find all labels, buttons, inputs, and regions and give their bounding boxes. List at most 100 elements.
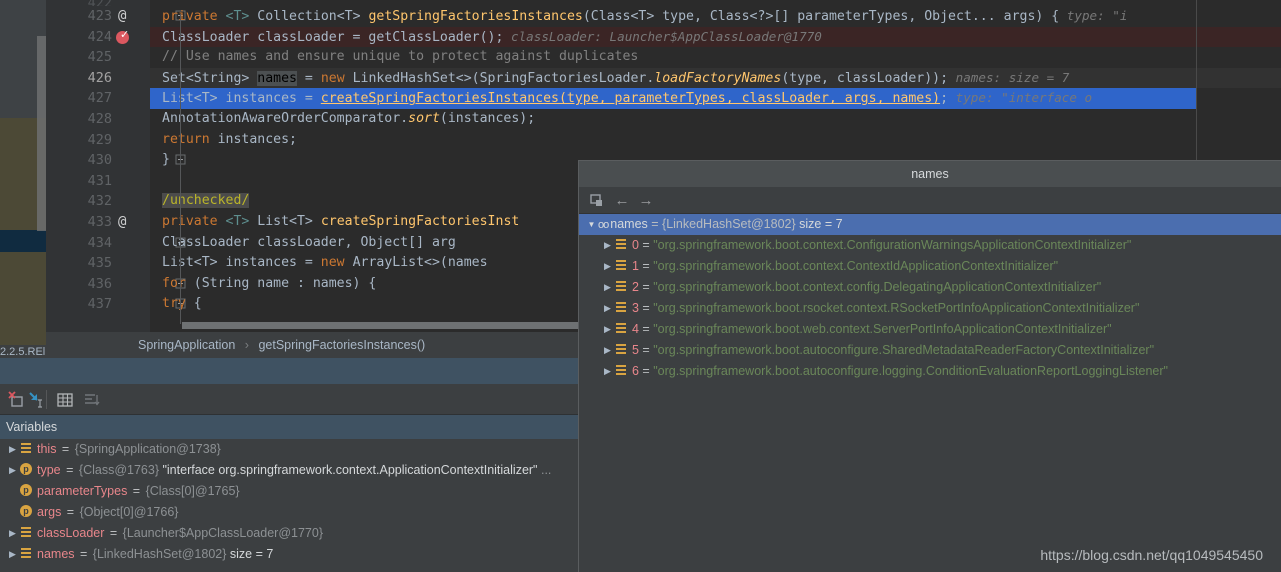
variable-reference: {LinkedHashSet@1802} xyxy=(92,547,227,561)
expand-arrow-icon[interactable]: ▶ xyxy=(601,298,614,319)
string-value-icon xyxy=(614,281,628,293)
popup-root-reference: {LinkedHashSet@1802} xyxy=(662,217,796,231)
expand-arrow-icon[interactable]: ▶ xyxy=(6,460,19,481)
variable-equals: = xyxy=(63,505,78,519)
code-text: Set<String> names = new LinkedHashSet<>(… xyxy=(150,68,1069,90)
item-value: "org.springframework.boot.rsocket.contex… xyxy=(653,301,1140,315)
jump-to-source-icon[interactable] xyxy=(589,192,607,210)
code-text: List<T> instances = new ArrayList<>(name… xyxy=(150,253,488,274)
item-equals: = xyxy=(638,364,654,378)
expand-arrow-icon[interactable]: ▶ xyxy=(6,439,19,460)
popup-root-size: size = 7 xyxy=(795,217,843,231)
variables-list[interactable]: ▶this = {SpringApplication@1738}▶type = … xyxy=(0,439,578,572)
item-equals: = xyxy=(638,259,654,273)
code-token: return xyxy=(162,131,218,147)
back-arrow-icon[interactable]: ← xyxy=(613,192,631,210)
line-number: 437 xyxy=(87,296,112,313)
expand-arrow-icon[interactable]: ▶ xyxy=(601,340,614,361)
code-token: getSpringFactoriesInstances xyxy=(368,9,583,24)
code-line-428[interactable]: 428 AnnotationAwareOrderComparator.sort(… xyxy=(46,109,1281,130)
variable-row[interactable]: ▶ names = {LinkedHashSet@1802} size = 7 xyxy=(0,544,578,565)
variable-row[interactable]: ▶ classLoader = {Launcher$AppClassLoader@… xyxy=(0,523,578,544)
forward-arrow-icon[interactable]: → xyxy=(637,192,655,210)
code-token: // Use names and ensure unique to protec… xyxy=(162,49,639,65)
variable-name: names xyxy=(37,547,75,561)
item-index: 0 xyxy=(632,238,639,252)
variable-row[interactable]: ▶ this = {SpringApplication@1738} xyxy=(0,439,578,460)
popup-root-row[interactable]: ▼ oo names = {LinkedHashSet@1802} size = 7 xyxy=(579,214,1281,235)
expand-arrow-icon[interactable]: ▶ xyxy=(6,544,19,565)
override-annotation-icon[interactable]: @ xyxy=(118,6,126,27)
string-value-icon xyxy=(614,344,628,356)
line-number: 435 xyxy=(87,255,112,272)
code-fold-rail xyxy=(180,14,181,324)
breadcrumb-class[interactable]: SpringApplication xyxy=(138,338,235,352)
item-index: 6 xyxy=(632,364,639,378)
variable-row[interactable]: ▶ parameterTypes = {Class[0]@1765} xyxy=(0,481,578,502)
variable-equals: = xyxy=(129,484,144,498)
expand-arrow-icon[interactable]: ▶ xyxy=(601,277,614,298)
code-text: private <T> Collection<T> getSpringFacto… xyxy=(150,6,1127,28)
item-equals: = xyxy=(638,343,654,357)
code-token: { xyxy=(193,296,202,312)
code-token: classLoader: Launcher$AppClassLoader@177… xyxy=(503,28,822,44)
expand-arrow-icon[interactable]: ▶ xyxy=(601,235,614,256)
popup-list-item[interactable]: ▶ 6 = "org.springframework.boot.autoconfi… xyxy=(579,361,1281,382)
expand-arrow-icon[interactable]: ▶ xyxy=(6,523,19,544)
code-line-425[interactable]: 425 // Use names and ensure unique to pr… xyxy=(46,47,1281,68)
code-token: for xyxy=(162,275,194,291)
code-line-423[interactable]: 423 @ private <T> Collection<T> getSpringF… xyxy=(46,6,1281,27)
code-token: (Class<T> type, Class<?>[] parameterType… xyxy=(582,9,1060,24)
mute-breakpoints-icon[interactable] xyxy=(8,391,26,409)
popup-list-item[interactable]: ▶ 0 = "org.springframework.boot.context.C… xyxy=(579,235,1281,256)
sort-values-icon[interactable] xyxy=(82,391,100,409)
variable-row[interactable]: ▶ args = {Object[0]@1766} xyxy=(0,502,578,523)
code-token: new xyxy=(320,255,353,271)
code-token: } xyxy=(162,152,170,168)
debugger-toolbar[interactable] xyxy=(0,384,578,415)
code-line-427[interactable]: 427 List<T> instances = createSpringFact… xyxy=(46,88,1281,109)
editor-horizontal-scrollbar[interactable] xyxy=(182,322,596,329)
watermark: https://blog.csdn.net/qq1049545450 xyxy=(1040,547,1263,563)
breakpoint-icon[interactable] xyxy=(116,25,129,45)
code-text: ClassLoader classLoader = getClassLoader… xyxy=(150,27,822,49)
popup-toolbar[interactable]: ← → xyxy=(579,187,1281,214)
expand-arrow-icon[interactable]: ▶ xyxy=(601,361,614,382)
variable-row[interactable]: ▶ type = {Class@1763} "interface org.spri… xyxy=(0,460,578,481)
evaluate-expression-icon[interactable] xyxy=(28,391,46,409)
line-number: 433 xyxy=(87,213,112,230)
code-token: List<T> instances = xyxy=(162,255,321,271)
code-token: type: "interface o xyxy=(948,90,1093,106)
collapse-arrow-icon[interactable]: ▼ xyxy=(585,214,598,235)
code-token: instances; xyxy=(217,131,297,147)
value-inspector-popup[interactable]: names ← → ▼ oo names = {LinkedHashSet@1802… xyxy=(578,160,1281,572)
editor-minimap[interactable] xyxy=(0,0,46,345)
expand-arrow-icon[interactable]: ▶ xyxy=(601,256,614,277)
popup-list-item[interactable]: ▶ 1 = "org.springframework.boot.context.C… xyxy=(579,256,1281,277)
item-value: "org.springframework.boot.context.Config… xyxy=(653,238,1132,252)
code-line-424[interactable]: 424 ClassLoader classLoader = getClassLo… xyxy=(46,25,1281,49)
code-token: List<T> instances = xyxy=(162,91,321,107)
variable-equals: = xyxy=(58,442,73,456)
debug-tab-strip xyxy=(0,358,578,384)
code-text: private <T> List<T> createSpringFactorie… xyxy=(150,212,519,233)
expand-arrow-icon[interactable]: ▶ xyxy=(601,319,614,340)
popup-list-item[interactable]: ▶ 3 = "org.springframework.boot.rsocket.c… xyxy=(579,298,1281,319)
breadcrumb[interactable]: SpringApplication › getSpringFactoriesIn… xyxy=(46,332,578,358)
variable-name: parameterTypes xyxy=(37,484,128,498)
line-number: 428 xyxy=(87,110,112,127)
set-value-icon: oo xyxy=(598,219,609,231)
code-line-429[interactable]: 429 return instances; xyxy=(46,130,1281,151)
minimap-scroll-thumb[interactable] xyxy=(37,36,46,231)
popup-value-list[interactable]: ▼ oo names = {LinkedHashSet@1802} size = 7… xyxy=(579,214,1281,382)
variable-value-ellipsis[interactable]: ... xyxy=(538,463,551,477)
show-as-table-icon[interactable] xyxy=(56,391,74,409)
parameter-value-icon xyxy=(19,463,33,476)
popup-list-item[interactable]: ▶ 4 = "org.springframework.boot.web.conte… xyxy=(579,319,1281,340)
code-line-426[interactable]: 426 Set<String> names = new LinkedHashSe… xyxy=(46,67,1281,90)
override-annotation-icon[interactable]: @ xyxy=(118,212,126,233)
popup-list-item[interactable]: ▶ 5 = "org.springframework.boot.autoconfi… xyxy=(579,340,1281,361)
popup-list-item[interactable]: ▶ 2 = "org.springframework.boot.context.c… xyxy=(579,277,1281,298)
breadcrumb-method[interactable]: getSpringFactoriesInstances() xyxy=(258,338,425,352)
code-token: = xyxy=(296,70,321,86)
